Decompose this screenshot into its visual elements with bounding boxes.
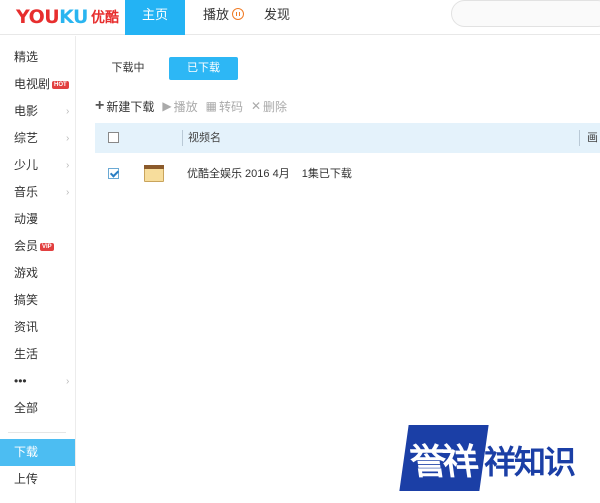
film-icon: ▦ xyxy=(205,99,217,113)
sidebar-divider xyxy=(8,432,66,433)
sidebar-item-life[interactable]: 生活 xyxy=(0,341,75,368)
plus-icon: + xyxy=(95,97,105,114)
sidebar-item-label: 全部 xyxy=(14,401,39,415)
sidebar-item-variety[interactable]: 综艺 › xyxy=(0,125,75,152)
tab-play-label: 播放 xyxy=(203,7,230,22)
tab-play[interactable]: 播放 xyxy=(203,0,245,35)
search-input[interactable] xyxy=(451,0,600,27)
sidebar-item-featured[interactable]: 精选 xyxy=(0,44,75,71)
tab-downloaded[interactable]: 已下载 xyxy=(169,57,238,80)
sidebar-item-games[interactable]: 游戏 xyxy=(0,260,75,287)
tab-discover[interactable]: 发现 xyxy=(264,0,290,35)
top-bar: YOUKU 优酷 主页 播放 发现 xyxy=(0,0,600,35)
close-icon: ✕ xyxy=(250,99,262,113)
sidebar: 精选 电视剧 HOT 电影 › 综艺 › 少儿 › 音乐 › 动漫 会员 VIP 游戏 搞笑… xyxy=(0,36,76,503)
tab-downloading[interactable]: 下载中 xyxy=(100,57,156,80)
row-title: 优酷全娱乐 2016 4月 1集已下载 xyxy=(187,155,352,193)
download-status: 1集已下载 xyxy=(301,168,352,180)
youku-logo[interactable]: YOUKU 优酷 xyxy=(16,6,119,28)
sidebar-item-anime[interactable]: 动漫 xyxy=(0,206,75,233)
sidebar-item-label: 会员 xyxy=(14,239,39,253)
logo-chinese: 优酷 xyxy=(91,10,119,26)
watermark-badge-text: 誉祥 xyxy=(407,442,478,483)
sidebar-item-label: 游戏 xyxy=(14,266,39,280)
column-header-name[interactable]: 视频名 xyxy=(188,123,221,153)
more-dots-icon: ••• xyxy=(14,374,27,388)
sidebar-item-label: 音乐 xyxy=(14,185,39,199)
sidebar-item-vip[interactable]: 会员 VIP xyxy=(0,233,75,260)
new-download-label: 新建下载 xyxy=(106,99,155,114)
logo-wordmark: YOUKU xyxy=(16,6,88,28)
folder-icon xyxy=(144,165,164,182)
sidebar-item-label: 资讯 xyxy=(14,320,39,334)
delete-button[interactable]: ✕ 删除 xyxy=(251,98,287,115)
sidebar-item-label: 电影 xyxy=(14,104,39,118)
sidebar-item-movie[interactable]: 电影 › xyxy=(0,98,75,125)
chevron-right-icon: › xyxy=(66,376,70,387)
table-row[interactable]: 优酷全娱乐 2016 4月 1集已下载 xyxy=(95,155,600,193)
sidebar-item-label: 少儿 xyxy=(14,158,39,172)
play-label: 播放 xyxy=(173,99,198,114)
sidebar-item-news[interactable]: 资讯 xyxy=(0,314,75,341)
hot-badge: HOT xyxy=(52,81,69,89)
sidebar-item-label: 精选 xyxy=(14,50,39,64)
sidebar-item-download[interactable]: 下载 xyxy=(0,439,75,466)
chevron-right-icon: › xyxy=(66,187,70,198)
vip-badge: VIP xyxy=(40,243,54,251)
table-header: 视频名 画 xyxy=(95,123,600,153)
sidebar-item-label: 综艺 xyxy=(14,131,39,145)
sidebar-item-upload[interactable]: 上传 xyxy=(0,466,75,493)
select-all-checkbox[interactable] xyxy=(108,132,119,143)
tab-home[interactable]: 主页 xyxy=(125,0,185,35)
watermark-logo: 誉祥 祥知识 xyxy=(399,425,584,493)
sidebar-item-label: 动漫 xyxy=(14,212,39,226)
column-divider[interactable] xyxy=(182,130,183,146)
tab-discover-label: 发现 xyxy=(264,7,291,22)
row-checkbox[interactable] xyxy=(108,168,119,179)
chevron-right-icon: › xyxy=(66,160,70,171)
play-button[interactable]: ▶ 播放 xyxy=(162,98,197,115)
delete-label: 删除 xyxy=(263,99,288,114)
sidebar-item-label: 电视剧 xyxy=(14,77,51,91)
sidebar-item-label: 搞笑 xyxy=(14,293,39,307)
convert-label: 转码 xyxy=(218,99,243,114)
sidebar-item-label: 上传 xyxy=(14,472,39,486)
sidebar-item-kids[interactable]: 少儿 › xyxy=(0,152,75,179)
sidebar-item-label: 生活 xyxy=(14,347,39,361)
sidebar-item-label: 下载 xyxy=(14,445,39,459)
chevron-right-icon: › xyxy=(66,106,70,117)
convert-button[interactable]: ▦ 转码 xyxy=(206,98,243,115)
tab-home-label: 主页 xyxy=(141,7,168,22)
play-icon: ▶ xyxy=(162,99,172,113)
sidebar-item-tv[interactable]: 电视剧 HOT xyxy=(0,71,75,98)
column-header-quality[interactable]: 画 xyxy=(587,123,598,153)
column-divider[interactable] xyxy=(579,130,580,146)
sidebar-item-more[interactable]: ••• › xyxy=(0,368,75,395)
sidebar-item-music[interactable]: 音乐 › xyxy=(0,179,75,206)
pause-badge-icon xyxy=(232,8,245,20)
watermark-text: 祥知识 xyxy=(484,443,576,481)
sidebar-item-funny[interactable]: 搞笑 xyxy=(0,287,75,314)
sidebar-item-all[interactable]: 全部 xyxy=(0,395,75,422)
chevron-right-icon: › xyxy=(66,133,70,144)
new-download-button[interactable]: + 新建下载 xyxy=(95,97,154,115)
video-name: 优酷全娱乐 2016 4月 xyxy=(187,168,290,180)
download-toolbar: + 新建下载 ▶ 播放 ▦ 转码 ✕ 删除 xyxy=(95,96,295,116)
